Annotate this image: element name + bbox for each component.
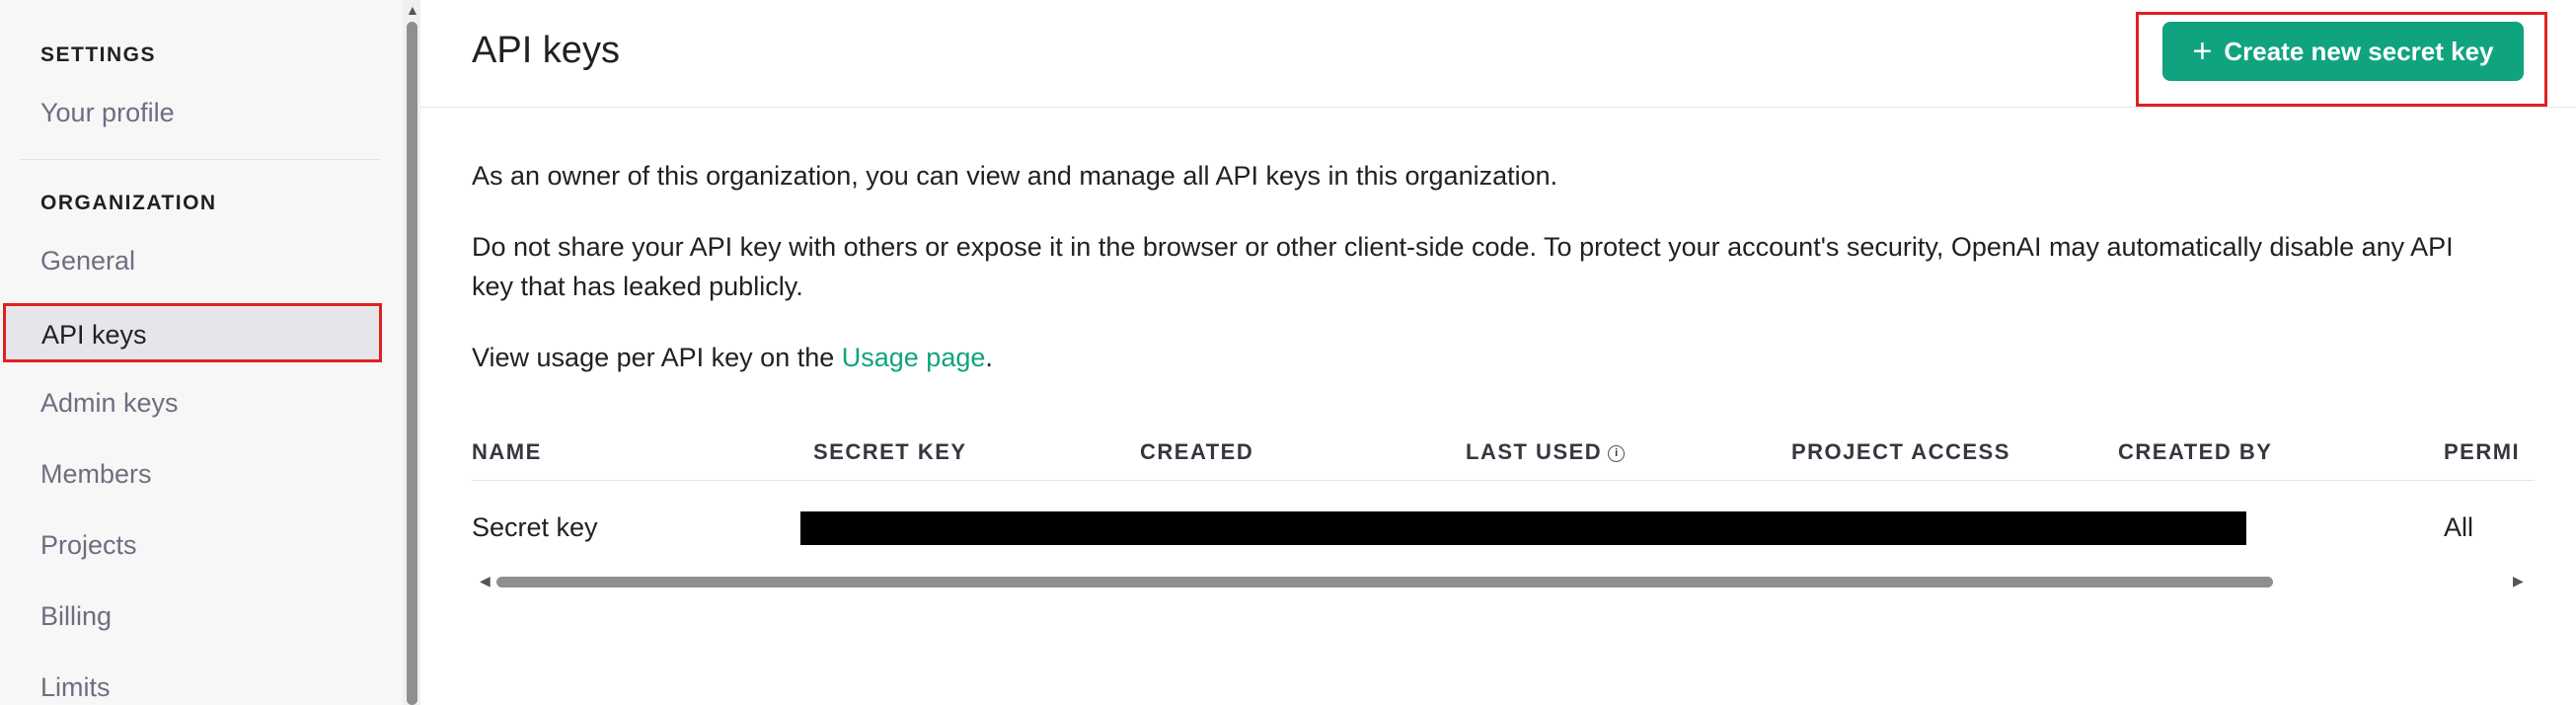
usage-note: View usage per API key on the Usage page…: [472, 338, 2535, 377]
usage-page-link[interactable]: Usage page: [842, 343, 986, 372]
table-header-divider: [472, 480, 2535, 481]
column-header-permissions: PERMI: [2444, 439, 2521, 464]
usage-note-prefix: View usage per API key on the: [472, 343, 842, 372]
plus-icon: +: [2192, 33, 2213, 70]
scroll-left-arrow-icon[interactable]: ◀: [480, 573, 491, 589]
column-header-created: CREATED: [1140, 439, 1254, 464]
column-header-created-by: CREATED BY: [2118, 439, 2273, 464]
sidebar-item-general[interactable]: General: [40, 246, 135, 276]
security-warning-line-2: key that has leaked publicly.: [472, 272, 803, 301]
header-divider: [420, 107, 2576, 108]
sidebar-divider: [20, 159, 381, 160]
sidebar-scrollbar-thumb[interactable]: [407, 22, 417, 705]
row-name: Secret key: [472, 512, 598, 542]
column-header-secret-key: SECRET KEY: [813, 439, 967, 464]
last-used-label: LAST USED: [1466, 439, 1603, 464]
sidebar-item-your-profile[interactable]: Your profile: [40, 98, 175, 128]
settings-section-label: SETTINGS: [40, 43, 157, 66]
sidebar-item-api-keys[interactable]: API keys: [3, 303, 382, 362]
row-permissions: All: [2444, 512, 2474, 542]
page-title: API keys: [472, 30, 620, 71]
sidebar-item-limits[interactable]: Limits: [40, 672, 111, 703]
table-horizontal-scrollbar-thumb[interactable]: [496, 577, 2273, 588]
column-header-project-access: PROJECT ACCESS: [1791, 439, 2010, 464]
sidebar-item-projects[interactable]: Projects: [40, 530, 137, 561]
sidebar-item-label: API keys: [41, 320, 147, 350]
main-content: API keys + Create new secret key As an o…: [420, 0, 2576, 705]
scroll-right-arrow-icon[interactable]: ▶: [2513, 573, 2524, 589]
column-header-last-used: LAST USED i: [1466, 439, 1626, 465]
organization-section-label: ORGANIZATION: [40, 192, 217, 214]
sidebar-item-admin-keys[interactable]: Admin keys: [40, 388, 179, 419]
sidebar-item-members[interactable]: Members: [40, 459, 152, 490]
scroll-up-arrow-icon[interactable]: ▲: [406, 2, 419, 18]
owner-description: As an owner of this organization, you ca…: [472, 161, 1558, 191]
info-icon[interactable]: i: [1608, 445, 1626, 462]
redacted-area: [800, 511, 2246, 545]
usage-note-suffix: .: [985, 343, 993, 372]
create-button-label: Create new secret key: [2224, 36, 2494, 66]
column-header-name: NAME: [472, 439, 542, 464]
security-warning-line-1: Do not share your API key with others or…: [472, 232, 2454, 262]
security-warning: Do not share your API key with others or…: [472, 227, 2535, 306]
sidebar-item-billing[interactable]: Billing: [40, 601, 112, 632]
sidebar: SETTINGS Your profile ORGANIZATION Gener…: [0, 0, 403, 705]
create-secret-key-button[interactable]: + Create new secret key: [2162, 22, 2524, 81]
